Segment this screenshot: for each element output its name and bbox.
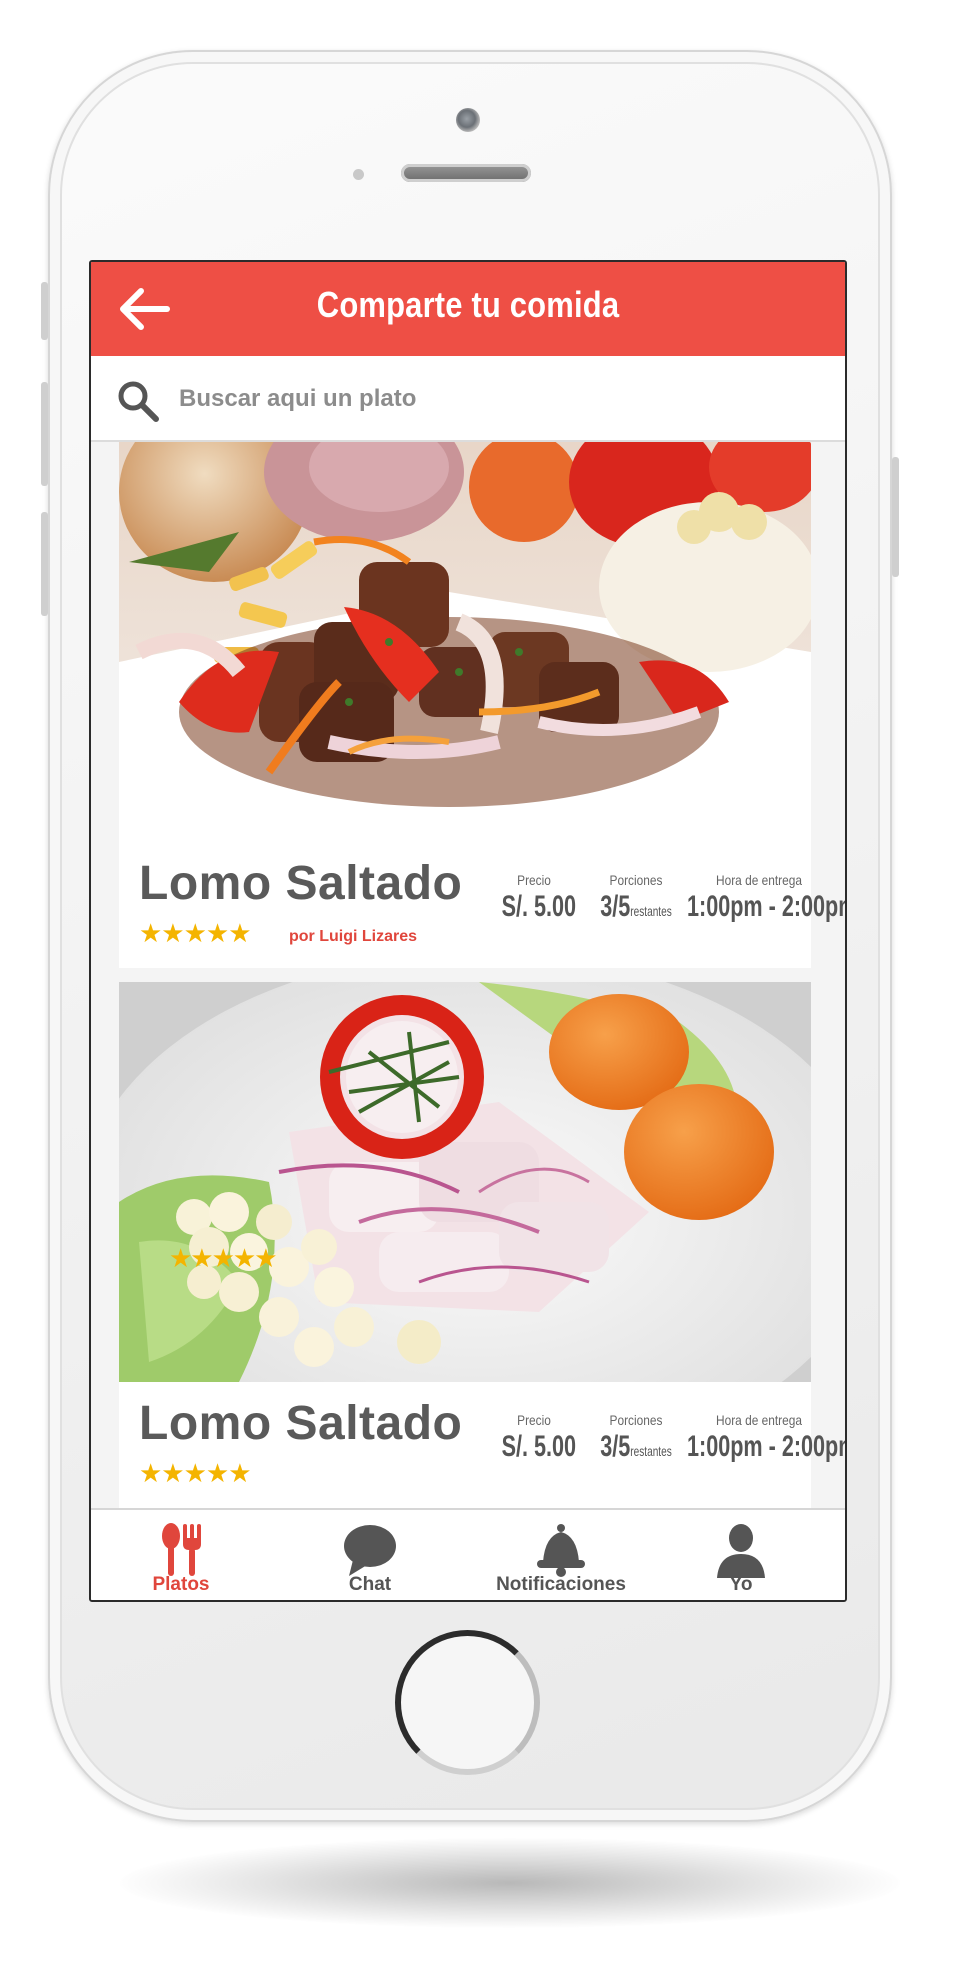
price-value: S/. 5.00 — [501, 890, 577, 923]
dish-name: Lomo Saltado — [139, 857, 463, 910]
portions-count: 3/5 — [600, 1430, 631, 1463]
phone-volume-up — [41, 382, 48, 486]
tab-label: Platos — [152, 1574, 210, 1595]
tab-label: Notificaciones — [496, 1574, 626, 1595]
tab-label: Yo — [729, 1574, 753, 1595]
price-label: Precio — [517, 872, 551, 888]
price-block: Precio S/. 5.00 — [489, 1412, 579, 1464]
price-label: Precio — [517, 1412, 551, 1428]
dish-name: Lomo Saltado — [139, 1397, 463, 1450]
delivery-block: Hora de entrega 1:00pm - 2:00pms — [659, 1412, 845, 1464]
rating-stars: ★★★★★ — [139, 918, 252, 948]
search-icon — [118, 381, 159, 422]
rating-stars: ★★★★★ — [139, 1458, 252, 1488]
portions-count: 3/5 — [600, 890, 631, 923]
bottom-tab-bar: Platos Chat Notificaciones Yo — [91, 1508, 845, 1600]
fork-spoon-icon — [91, 1522, 271, 1578]
home-button[interactable] — [395, 1630, 540, 1775]
app-header: Comparte tu comida — [91, 262, 845, 356]
delivery-value: 1:00pm - 2:00pms — [687, 1430, 845, 1464]
phone-mute-switch — [41, 282, 48, 340]
dish-author[interactable]: por Luigi Lizares — [289, 928, 417, 946]
dish-card[interactable]: Lomo Saltado ★★★★★ por Luigi Lizares Pre… — [119, 442, 845, 968]
search-input[interactable] — [177, 378, 781, 420]
proximity-sensor — [353, 169, 364, 180]
search-bar — [91, 356, 845, 442]
dish-feed[interactable]: Lomo Saltado ★★★★★ por Luigi Lizares Pre… — [91, 442, 845, 1508]
phone-volume-down — [41, 512, 48, 616]
dish-info: Lomo Saltado ★★★★★ Precio S/. 5.00 Porci… — [119, 1382, 845, 1508]
phone-shadow — [120, 1838, 900, 1928]
delivery-label: Hora de entrega — [715, 1412, 803, 1428]
bell-icon — [461, 1522, 661, 1578]
earpiece-speaker — [401, 164, 531, 182]
delivery-value: 1:00pm - 2:00pms — [687, 890, 845, 924]
phone-power-button — [892, 457, 899, 577]
tab-chat[interactable]: Chat — [280, 1510, 460, 1600]
delivery-block: Hora de entrega 1:00pm - 2:00pms — [659, 872, 845, 924]
chat-bubble-icon — [280, 1522, 460, 1578]
delivery-label: Hora de entrega — [715, 872, 803, 888]
tab-label: Chat — [348, 1574, 392, 1595]
price-block: Precio S/. 5.00 — [489, 872, 579, 924]
tab-yo[interactable]: Yo — [651, 1510, 831, 1600]
user-icon — [651, 1522, 831, 1578]
dish-photo-ceviche: ★★★★★ — [119, 982, 811, 1382]
tab-platos[interactable]: Platos — [91, 1510, 271, 1600]
delivery-time: 1:00pm - 2:00pm — [687, 1430, 845, 1463]
tab-notificaciones[interactable]: Notificaciones — [461, 1510, 661, 1600]
app-screen: Comparte tu comida Buscar aqui un plato … — [89, 260, 847, 1602]
dish-info: Lomo Saltado ★★★★★ por Luigi Lizares Pre… — [119, 842, 845, 968]
page-title: Comparte tu comida — [316, 284, 620, 325]
svg-text:★★★★★: ★★★★★ — [169, 1244, 276, 1274]
price-value: S/. 5.00 — [501, 1430, 577, 1463]
delivery-time: 1:00pm - 2:00pm — [687, 890, 845, 923]
dish-photo-lomo-saltado — [119, 442, 811, 842]
front-camera — [456, 108, 480, 132]
dish-card[interactable]: ★★★★★ Lomo Saltado ★★★★★ Precio S/. 5.00… — [119, 982, 845, 1508]
